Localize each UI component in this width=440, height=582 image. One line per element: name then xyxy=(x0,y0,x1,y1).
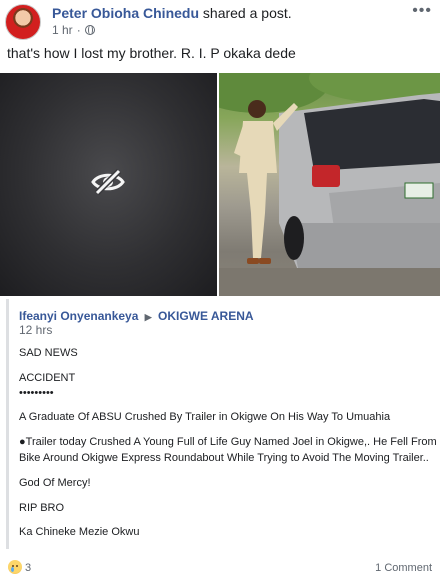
shared-author-line: Ifeanyi Onyenankeya ▶ OKIGWE ARENA xyxy=(19,309,254,323)
author-name[interactable]: Peter Obioha Chinedu xyxy=(52,5,199,21)
hidden-photo[interactable] xyxy=(0,73,217,296)
author-action: shared a post. xyxy=(202,5,292,21)
shared-line: ••••••••• xyxy=(19,387,54,399)
shared-timestamp[interactable]: 12 hrs xyxy=(19,323,52,337)
shared-line: Bike Around Okigwe Express Roundabout Wh… xyxy=(19,452,429,464)
shared-author-name[interactable]: Ifeanyi Onyenankeya xyxy=(19,309,138,323)
photo-grid xyxy=(0,73,440,296)
sad-reaction-icon[interactable] xyxy=(8,560,22,574)
globe-icon[interactable] xyxy=(84,25,95,35)
shared-group-name[interactable]: OKIGWE ARENA xyxy=(158,309,254,323)
post-header: Peter Obioha Chinedu shared a post. 1 hr… xyxy=(0,0,440,42)
post-meta: 1 hr · xyxy=(52,23,95,37)
author-line: Peter Obioha Chinedu shared a post. xyxy=(52,5,292,21)
shared-line: RIP BRO xyxy=(19,502,65,514)
shared-line: Ka Chineke Mezie Okwu xyxy=(19,526,140,538)
comment-count[interactable]: 1 Comment xyxy=(375,562,432,574)
shared-line: God Of Mercy! xyxy=(19,477,91,489)
post-text: that's how I lost my brother. R. I. P ok… xyxy=(7,45,296,61)
shared-line: SAD NEWS xyxy=(19,347,78,359)
avatar[interactable] xyxy=(5,4,41,40)
eye-slash-icon xyxy=(91,169,125,195)
shared-line: ACCIDENT xyxy=(19,372,76,384)
photo-man-with-van[interactable] xyxy=(219,73,440,296)
ellipsis-icon[interactable]: ••• xyxy=(412,3,432,19)
shared-line: A Graduate Of ABSU Crushed By Trailer in… xyxy=(19,411,391,423)
shared-post: Ifeanyi Onyenankeya ▶ OKIGWE ARENA 12 hr… xyxy=(6,299,437,549)
shared-line: ●Trailer today Crushed A Young Full of L… xyxy=(19,436,437,448)
photo-scene xyxy=(219,73,440,296)
post-timestamp[interactable]: 1 hr xyxy=(52,23,73,37)
post-footer: 3 1 Comment xyxy=(0,554,440,582)
triangle-right-icon: ▶ xyxy=(144,312,152,322)
reaction-count[interactable]: 3 xyxy=(25,562,31,574)
